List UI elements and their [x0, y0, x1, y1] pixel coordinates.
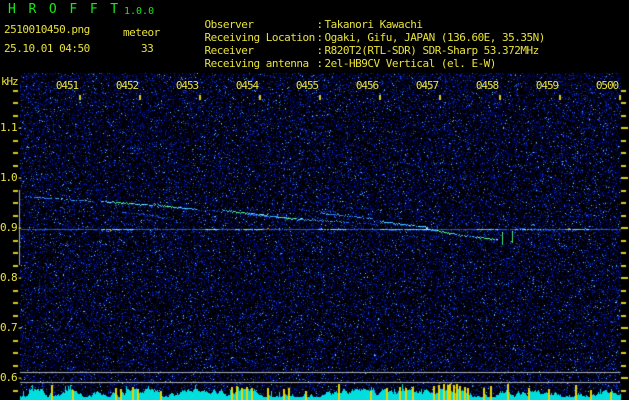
time-axis-label-0452: 0452 — [115, 79, 139, 92]
freq-axis-label-1.1: 1.1- — [0, 121, 23, 134]
time-axis-label-0459: 0459 — [535, 79, 559, 92]
time-axis-label-0455: 0455 — [295, 79, 319, 92]
info-row-antenna: Receiving antenna:2el-HB9CV Vertical (el… — [180, 44, 497, 83]
info-colon: : — [316, 57, 324, 70]
info-label: Receiving antenna — [204, 57, 310, 70]
info-value: 2el-HB9CV Vertical (el. E-W) — [324, 57, 497, 70]
freq-axis-label-1: 1.0- — [0, 171, 23, 184]
time-axis-label-0458: 0458 — [475, 79, 499, 92]
freq-axis-label-0.7: 0.7- — [0, 321, 23, 334]
app-version: 1.0.0 — [124, 6, 155, 17]
freq-axis-label-0.9: 0.9- — [0, 221, 23, 234]
hrofft-screen: H R O F F T 1.0.0 2510010450.png meteor … — [0, 0, 629, 400]
time-axis-label-0500: 0500 — [595, 79, 619, 92]
observation-timestamp: 25.10.01 04:50 — [4, 42, 90, 55]
time-axis-label-0457: 0457 — [415, 79, 439, 92]
freq-axis-unit: kHz — [1, 75, 19, 88]
observation-mode: meteor — [123, 26, 160, 39]
time-axis-label-0451: 0451 — [55, 79, 79, 92]
output-filename: 2510010450.png — [4, 23, 90, 36]
freq-axis-label-0.6: 0.6- — [0, 371, 23, 384]
app-title: H R O F F T — [8, 2, 121, 17]
freq-axis-label-0.8: 0.8- — [0, 271, 23, 284]
time-axis-label-0454: 0454 — [235, 79, 259, 92]
echo-count: 33 — [141, 42, 154, 55]
time-axis-label-0456: 0456 — [355, 79, 379, 92]
time-axis-label-0453: 0453 — [175, 79, 199, 92]
